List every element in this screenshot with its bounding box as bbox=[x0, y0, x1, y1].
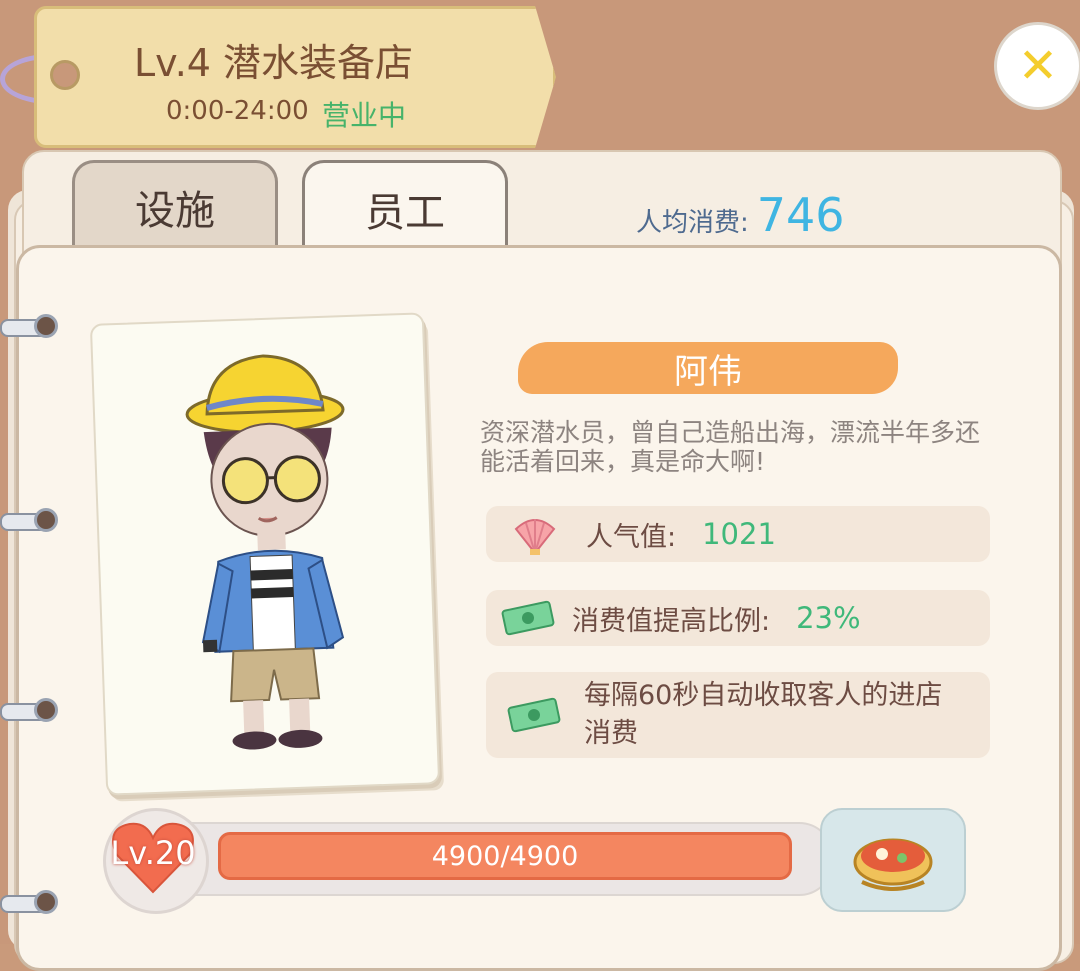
avg-spend-label: 人均消费: bbox=[636, 202, 749, 239]
stat-spend-boost-label: 消费值提高比例: bbox=[572, 599, 770, 638]
employee-description: 资深潜水员，曾自己造船出海，漂流半年多还能活着回来，真是命大啊! bbox=[480, 418, 980, 476]
avg-spend: 人均消费: 746 bbox=[636, 188, 845, 242]
binder-ring bbox=[0, 700, 56, 722]
tab-facilities[interactable]: 设施 bbox=[72, 160, 278, 251]
stat-popularity-label: 人气值: bbox=[586, 515, 676, 554]
stat-popularity-value: 1021 bbox=[702, 517, 776, 551]
tab-facilities-label: 设施 bbox=[135, 178, 215, 236]
shop-hours: 0:00-24:00 bbox=[166, 96, 309, 126]
stat-auto-collect: 每隔60秒自动收取客人的进店消费 bbox=[486, 672, 990, 758]
money-icon bbox=[500, 598, 558, 638]
character-illustration bbox=[92, 314, 438, 793]
binder-ring bbox=[0, 510, 56, 532]
tag-hole bbox=[50, 60, 80, 90]
binder-ring bbox=[0, 316, 56, 338]
exp-text: 4900/4900 bbox=[432, 841, 579, 872]
exp-bar: 4900/4900 bbox=[218, 832, 792, 880]
close-icon: ✕ bbox=[1018, 42, 1058, 90]
stat-popularity: 人气值: 1021 bbox=[486, 506, 990, 562]
stat-spend-boost: 消费值提高比例: 23% bbox=[486, 590, 990, 646]
shop-title: Lv.4 潜水装备店 bbox=[134, 32, 413, 87]
shop-status: 营业中 bbox=[322, 94, 406, 134]
employee-name: 阿伟 bbox=[518, 342, 898, 394]
employee-level: Lv.20 bbox=[106, 834, 200, 872]
money-icon bbox=[506, 695, 564, 735]
tab-staff[interactable]: 员工 bbox=[302, 160, 508, 255]
binder-ring bbox=[0, 892, 56, 914]
avg-spend-value: 746 bbox=[757, 188, 845, 242]
close-button[interactable]: ✕ bbox=[994, 22, 1080, 110]
stat-spend-boost-value: 23% bbox=[796, 601, 860, 635]
stat-auto-collect-label: 每隔60秒自动收取客人的进店消费 bbox=[584, 677, 964, 753]
reward-button[interactable] bbox=[820, 808, 966, 912]
employee-portrait bbox=[90, 312, 440, 795]
hotpot-icon bbox=[822, 810, 964, 910]
seashell-icon bbox=[510, 509, 560, 559]
tab-staff-label: 员工 bbox=[365, 180, 445, 238]
